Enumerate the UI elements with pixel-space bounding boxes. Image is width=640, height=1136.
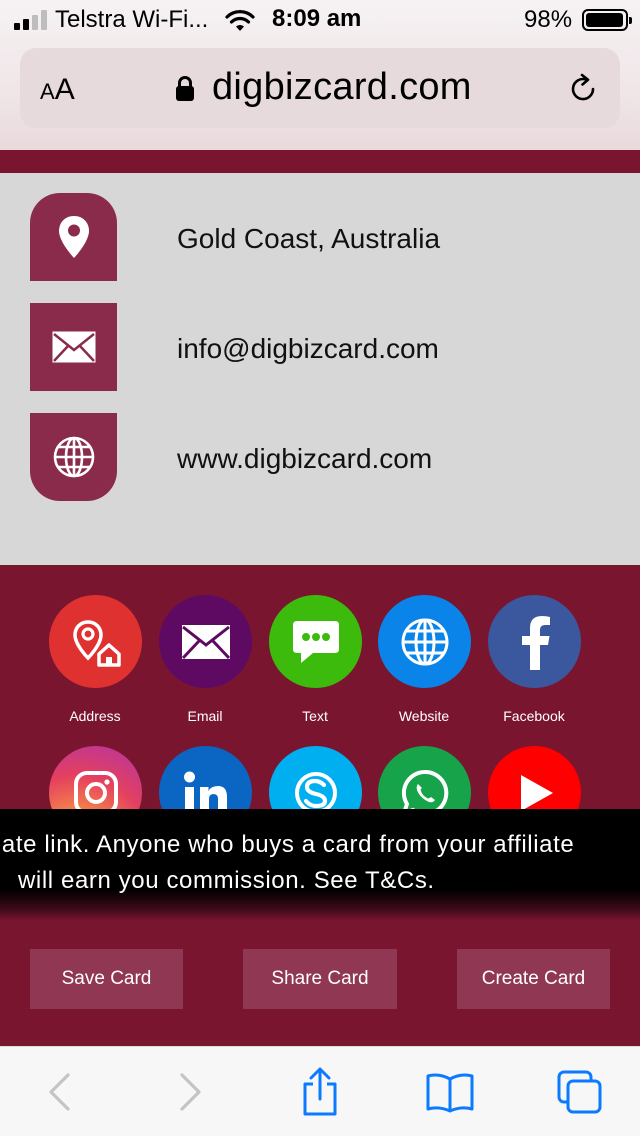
envelope-icon: [30, 303, 117, 391]
facebook-button[interactable]: [488, 595, 581, 688]
safari-toolbar: [0, 1046, 640, 1136]
contact-location-text: Gold Coast, Australia: [177, 223, 441, 254]
contact-row-website[interactable]: www.digbizcard.com: [30, 413, 630, 501]
contact-email-text: info@digbizcard.com: [177, 333, 439, 364]
contact-row-location[interactable]: Gold Coast, Australia: [30, 193, 630, 281]
bookmarks-button[interactable]: [425, 1067, 475, 1117]
address-bar[interactable]: AA digbizcard.com: [20, 48, 620, 128]
website-icon: [401, 618, 448, 665]
location-pin-icon: [30, 193, 117, 281]
share-button[interactable]: [295, 1067, 345, 1117]
cellular-signal-icon: [14, 10, 48, 30]
share-icon: [303, 1067, 337, 1116]
text-size-big-label: A: [54, 73, 75, 106]
text-button[interactable]: [269, 595, 362, 688]
email-label: Email: [187, 708, 223, 724]
contact-row-email[interactable]: info@digbizcard.com: [30, 303, 630, 391]
status-bar: Telstra Wi-Fi... 8:09 am 98%: [0, 0, 640, 40]
affiliate-banner: iate link. Anyone who buys a card from y…: [0, 809, 640, 921]
text-size-button[interactable]: AA: [40, 73, 75, 107]
address-label: Address: [69, 708, 121, 724]
lock-icon: [176, 76, 194, 101]
share-card-button[interactable]: Share Card: [243, 949, 397, 1009]
globe-icon: [30, 413, 117, 501]
create-card-button[interactable]: Create Card: [457, 949, 610, 1009]
header-strip: [0, 150, 640, 173]
clock: 8:09 am: [272, 5, 362, 32]
address-icon: [72, 619, 121, 667]
back-button[interactable]: [34, 1067, 84, 1117]
contact-website-text: www.digbizcard.com: [177, 443, 433, 474]
tabs-button[interactable]: [555, 1067, 605, 1117]
email-button[interactable]: [159, 595, 252, 688]
url-domain[interactable]: digbizcard.com: [212, 66, 472, 109]
facebook-label: Facebook: [503, 708, 565, 724]
safari-top-chrome: Telstra Wi-Fi... 8:09 am 98% AA digbizca…: [0, 0, 640, 150]
battery-icon: [582, 9, 632, 31]
battery-level: [586, 13, 624, 27]
website-label: Website: [398, 708, 450, 724]
forward-button[interactable]: [166, 1067, 216, 1117]
reload-icon[interactable]: [566, 72, 600, 106]
contact-section: Gold Coast, Australia info@digbizcard.co…: [0, 173, 640, 565]
web-page: Gold Coast, Australia info@digbizcard.co…: [0, 150, 640, 1046]
website-button[interactable]: [378, 595, 471, 688]
affiliate-banner-line-1: iate link. Anyone who buys a card from y…: [0, 831, 575, 858]
bookmarks-icon: [426, 1073, 474, 1113]
wifi-icon: [225, 10, 255, 31]
text-message-icon: [292, 620, 339, 663]
text-size-small-label: A: [40, 79, 55, 104]
email-icon: [181, 624, 230, 659]
facebook-icon: [521, 615, 550, 670]
address-button[interactable]: [49, 595, 142, 688]
back-icon: [49, 1073, 70, 1111]
youtube-icon: [520, 774, 553, 811]
text-label: Text: [302, 708, 328, 724]
save-card-button[interactable]: Save Card: [30, 949, 183, 1009]
carrier-name: Telstra Wi-Fi...: [55, 6, 209, 33]
battery-percent: 98%: [524, 6, 573, 33]
forward-icon: [180, 1073, 201, 1111]
tabs-icon: [557, 1070, 602, 1114]
affiliate-banner-line-2: will earn you commission. See T&Cs.: [18, 867, 435, 894]
